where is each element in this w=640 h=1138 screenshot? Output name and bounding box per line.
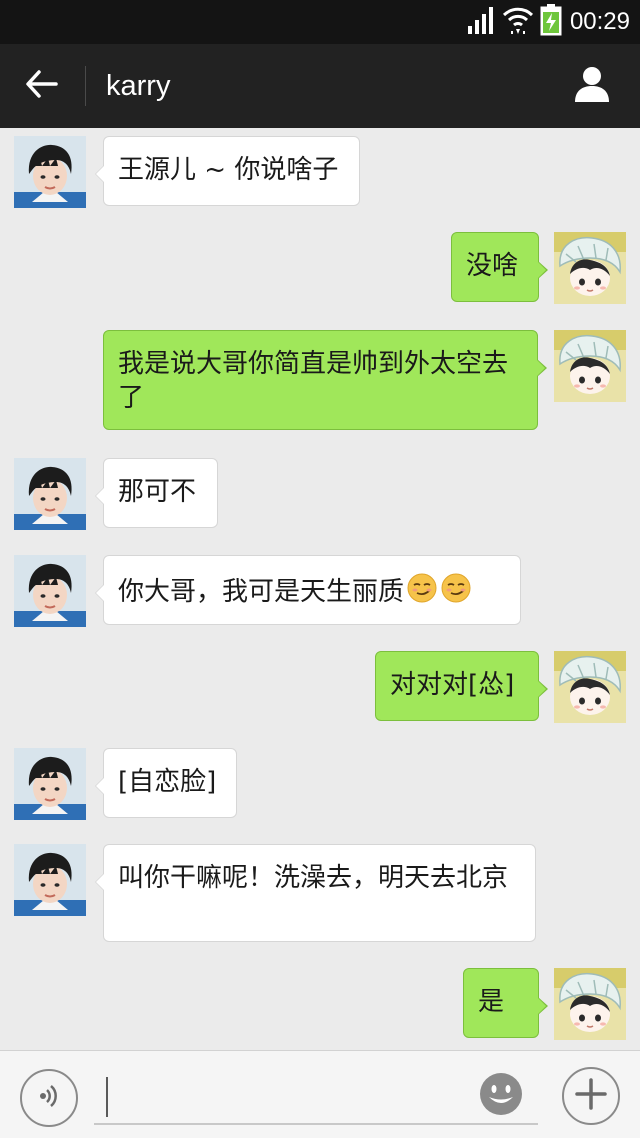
contact-avatar[interactable] <box>14 844 86 916</box>
message-row: 没啥 <box>0 228 640 308</box>
message-bubble[interactable]: 那可不 <box>95 458 218 528</box>
message-bubble[interactable]: 你大哥，我可是天生丽质 <box>95 555 521 625</box>
message-text: 王源儿 ~ 你说啥子 <box>118 155 339 185</box>
input-bar <box>0 1050 640 1138</box>
status-icons: 00:29 <box>466 4 630 40</box>
voice-button[interactable] <box>20 1069 78 1127</box>
text-cursor <box>106 1077 108 1117</box>
message-row: 我是说大哥你简直是帅到外太空去了 <box>0 326 640 436</box>
signal-icon <box>466 6 496 38</box>
message-row: 你大哥，我可是天生丽质 <box>0 550 640 636</box>
message-text: 我是说大哥你简直是帅到外太空去了 <box>118 349 509 413</box>
message-row: 对对对[怂] <box>0 646 640 732</box>
message-text: 没啥 <box>466 251 519 281</box>
message-bubble[interactable]: 叫你干嘛呢！洗澡去，明天去北京 <box>95 844 536 942</box>
title-divider <box>85 66 86 106</box>
message-input[interactable] <box>94 1069 538 1125</box>
plus-icon <box>574 1077 608 1115</box>
chat-title: karry <box>106 70 171 102</box>
contact-avatar[interactable] <box>14 458 86 530</box>
emoji-button[interactable] <box>478 1071 524 1117</box>
message-bubble[interactable]: 没啥 <box>451 232 548 302</box>
wifi-icon <box>502 5 534 39</box>
contact-avatar[interactable] <box>14 136 86 208</box>
back-button[interactable] <box>18 66 66 106</box>
message-text: 那可不 <box>118 477 197 507</box>
smirk-emoji-icon <box>406 572 438 613</box>
profile-button[interactable] <box>570 66 614 106</box>
self-avatar[interactable] <box>554 651 626 723</box>
self-avatar[interactable] <box>554 968 626 1040</box>
contact-avatar[interactable] <box>14 555 86 627</box>
message-row: 是 <box>0 962 640 1048</box>
battery-charging-icon <box>540 4 562 40</box>
title-bar: karry <box>0 44 640 128</box>
message-text: 叫你干嘛呢！洗澡去，明天去北京 <box>118 863 509 893</box>
message-bubble[interactable]: [自恋脸] <box>95 748 237 818</box>
more-button[interactable] <box>562 1067 620 1125</box>
message-text: [自恋脸] <box>118 767 217 797</box>
contact-avatar[interactable] <box>14 748 86 820</box>
message-bubble[interactable]: 我是说大哥你简直是帅到外太空去了 <box>103 330 547 430</box>
back-arrow-icon <box>25 69 59 103</box>
voice-icon <box>34 1081 64 1115</box>
self-avatar[interactable] <box>554 232 626 304</box>
message-text: 是 <box>478 987 505 1017</box>
profile-icon <box>573 65 611 107</box>
self-avatar[interactable] <box>554 330 626 402</box>
message-text: 对对对[怂] <box>390 670 515 700</box>
status-time: 00:29 <box>569 8 630 35</box>
status-bar: 00:29 <box>0 0 640 44</box>
message-row: 王源儿 ~ 你说啥子 <box>0 128 640 218</box>
message-row: [自恋脸] <box>0 742 640 828</box>
smirk-emoji-icon <box>440 572 472 613</box>
message-bubble[interactable]: 王源儿 ~ 你说啥子 <box>95 136 360 206</box>
message-text: 你大哥，我可是天生丽质 <box>118 577 405 607</box>
chat-area[interactable]: 王源儿 ~ 你说啥子 没啥 我是说大哥你简直是帅到外太空去了 那可不 你大哥，我… <box>0 128 640 1050</box>
emoji-face-icon <box>478 1073 524 1121</box>
message-bubble[interactable]: 对对对[怂] <box>375 651 548 721</box>
message-row: 那可不 <box>0 452 640 538</box>
message-row: 叫你干嘛呢！洗澡去，明天去北京 <box>0 838 640 950</box>
message-bubble[interactable]: 是 <box>463 968 548 1038</box>
